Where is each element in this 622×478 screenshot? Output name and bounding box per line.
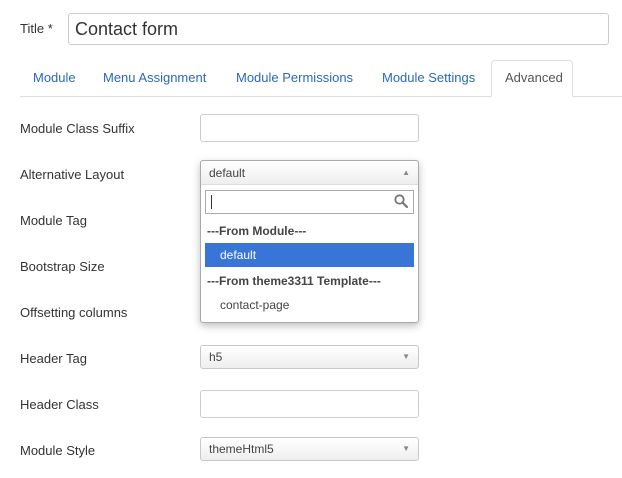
module-style-label: Module Style xyxy=(20,443,96,458)
module-tag-label: Module Tag xyxy=(20,213,87,228)
text-cursor xyxy=(211,195,212,209)
layout-search-input[interactable] xyxy=(205,190,414,214)
chevron-down-icon: ▼ xyxy=(402,444,410,453)
module-class-suffix-input[interactable] xyxy=(200,114,419,142)
tab-module-settings[interactable]: Module Settings xyxy=(369,60,488,96)
alternative-layout-select[interactable]: default ▲ xyxy=(201,161,418,185)
title-label: Title * xyxy=(20,21,53,36)
tab-module[interactable]: Module xyxy=(20,60,89,96)
header-tag-label: Header Tag xyxy=(20,351,87,366)
search-icon xyxy=(393,193,409,214)
chevron-up-icon: ▲ xyxy=(402,168,410,177)
alternative-layout-label: Alternative Layout xyxy=(20,167,125,182)
tab-menu-assignment[interactable]: Menu Assignment xyxy=(90,60,219,96)
tab-module-permissions[interactable]: Module Permissions xyxy=(223,60,366,96)
alternative-layout-dropdown[interactable]: default ▲ ---From Module--- default ---F… xyxy=(200,160,419,323)
tab-bar: Module Menu Assignment Module Permission… xyxy=(20,60,622,97)
header-tag-select[interactable]: h5 ▼ xyxy=(200,345,419,369)
bootstrap-size-label: Bootstrap Size xyxy=(20,259,105,274)
header-class-input[interactable] xyxy=(200,390,419,418)
module-style-select[interactable]: themeHtml5 ▼ xyxy=(200,437,419,461)
tab-advanced[interactable]: Advanced xyxy=(491,60,573,97)
offsetting-columns-label: Offsetting columns xyxy=(20,305,128,320)
option-contact-page[interactable]: contact-page xyxy=(205,293,414,317)
alternative-layout-value: default xyxy=(209,166,246,180)
header-tag-value: h5 xyxy=(209,350,223,364)
option-group-from-template: ---From theme3311 Template--- xyxy=(207,274,381,288)
chevron-down-icon: ▼ xyxy=(402,352,410,361)
title-input[interactable]: Contact form xyxy=(68,13,609,45)
header-class-label: Header Class xyxy=(20,397,99,412)
module-class-suffix-label: Module Class Suffix xyxy=(20,121,135,136)
option-default[interactable]: default xyxy=(205,243,414,267)
option-group-from-module: ---From Module--- xyxy=(207,224,307,238)
module-style-value: themeHtml5 xyxy=(209,442,274,456)
